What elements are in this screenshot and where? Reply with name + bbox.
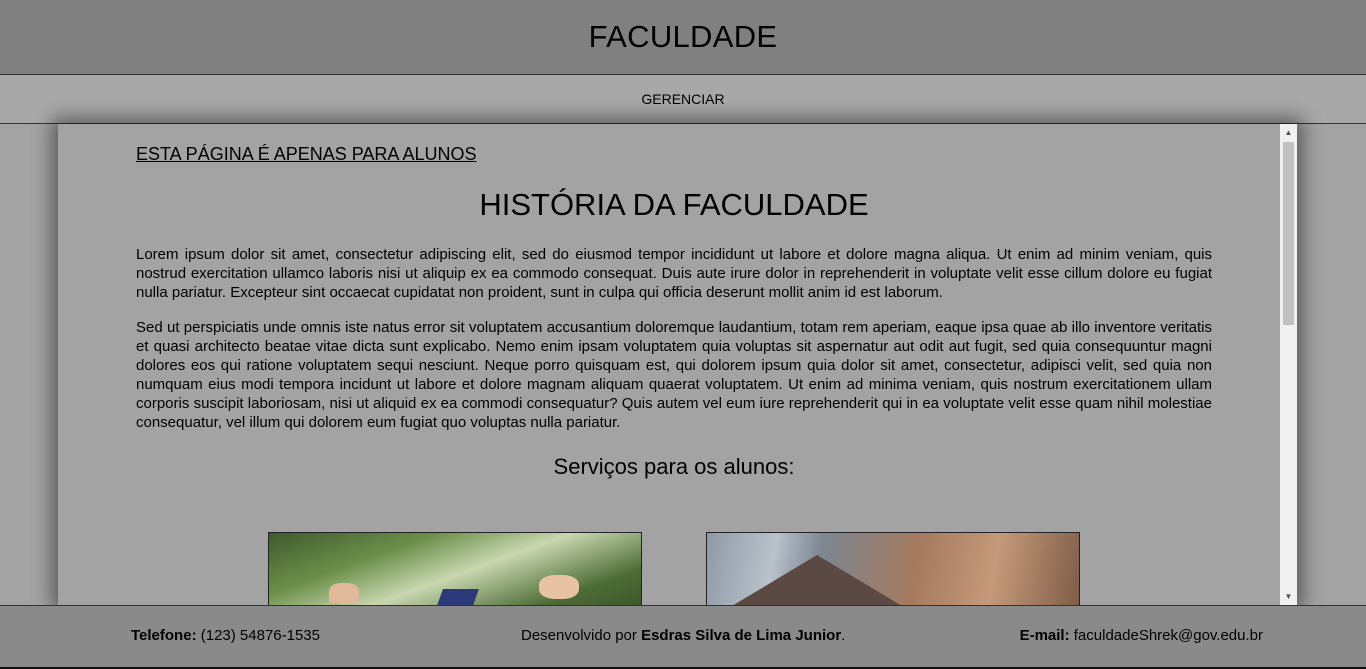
students-only-notice[interactable]: ESTA PÁGINA É APENAS PARA ALUNOS — [136, 144, 1212, 165]
scroll-down-arrow-icon[interactable]: ▼ — [1280, 588, 1297, 605]
email-value: faculdadeShrek@gov.edu.br — [1069, 627, 1263, 644]
history-paragraph-1: Lorem ipsum dolor sit amet, consectetur … — [136, 246, 1212, 301]
footer-email: E-mail: faculdadeShrek@gov.edu.br — [1020, 627, 1263, 644]
scrollbar-thumb[interactable] — [1283, 142, 1294, 325]
nav-bar: GERENCIAR — [0, 75, 1366, 124]
graduation-cap-shape — [434, 589, 480, 605]
content-panel: ESTA PÁGINA É APENAS PARA ALUNOS HISTÓRI… — [58, 124, 1297, 605]
manage-link[interactable]: GERENCIAR — [641, 91, 724, 107]
developer-suffix: . — [841, 627, 846, 644]
footer-phone: Telefone: (123) 54876-1535 — [131, 627, 320, 644]
hand-shape — [329, 583, 359, 603]
developer-prefix: Desenvolvido por — [521, 627, 642, 644]
phone-value: (123) 54876-1535 — [196, 627, 320, 644]
developer-name: Esdras Silva de Lima Junior — [641, 627, 842, 644]
email-label: E-mail: — [1019, 627, 1070, 644]
phone-label: Telefone: — [131, 627, 197, 644]
page-title: HISTÓRIA DA FACULDADE — [479, 187, 869, 222]
vertical-scrollbar[interactable]: ▲ ▼ — [1280, 124, 1297, 605]
scroll-up-arrow-icon[interactable]: ▲ — [1280, 124, 1297, 141]
hand-shape — [539, 575, 579, 599]
main-content: ESTA PÁGINA É APENAS PARA ALUNOS HISTÓRI… — [136, 124, 1212, 480]
site-footer: Telefone: (123) 54876-1535 Desenvolvido … — [0, 605, 1366, 669]
service-image-graduation[interactable] — [268, 532, 642, 605]
footer-developer: Desenvolvido por Esdras Silva de Lima Ju… — [521, 627, 845, 644]
site-header: FACULDADE — [0, 0, 1366, 75]
services-heading: Serviços para os alunos: — [553, 454, 795, 479]
service-image-campus[interactable] — [706, 532, 1080, 605]
history-paragraph-2: Sed ut perspiciatis unde omnis iste natu… — [136, 319, 1212, 431]
graduation-cap-shape — [727, 555, 907, 605]
site-title: FACULDADE — [588, 19, 778, 54]
